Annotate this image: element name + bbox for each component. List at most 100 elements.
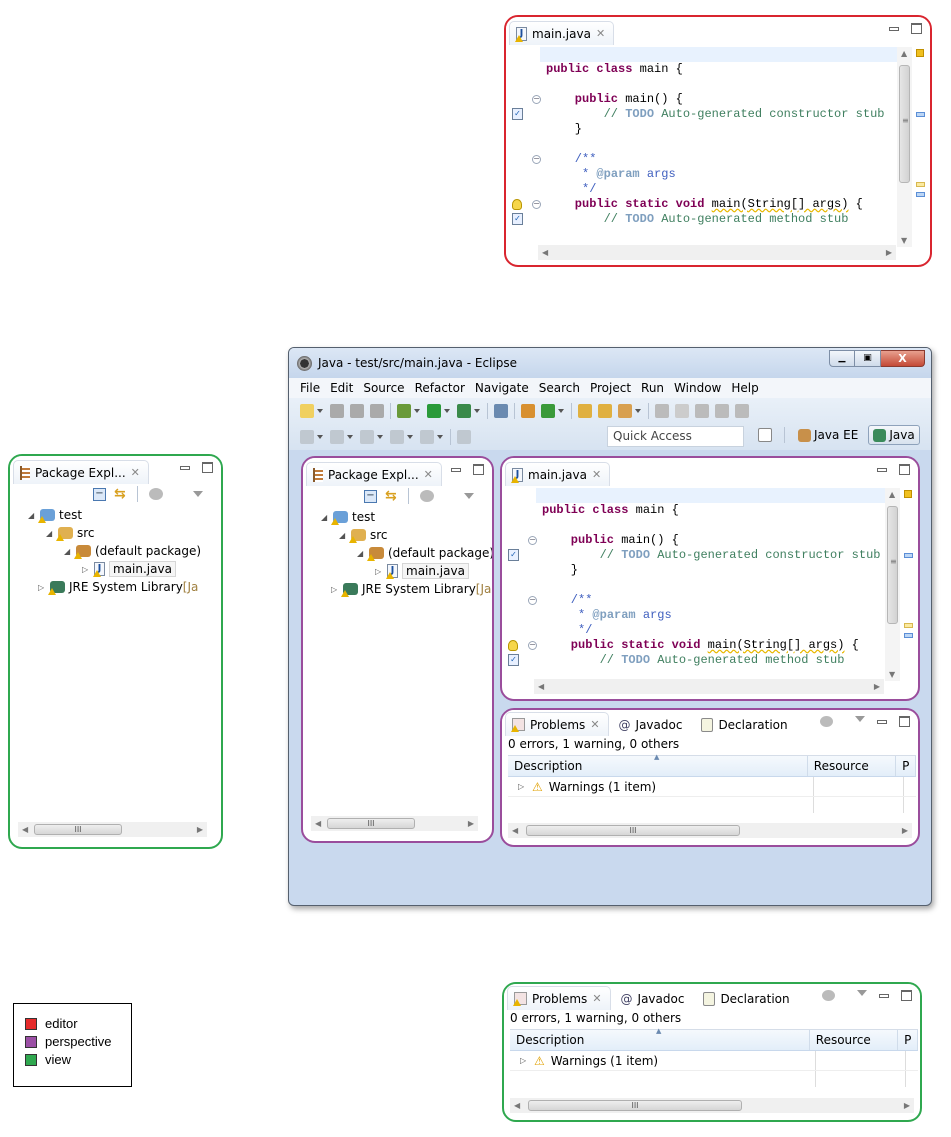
expanded-arrow-icon[interactable]: ◢ — [339, 531, 347, 540]
toolbar-button[interactable] — [715, 404, 729, 418]
column-header[interactable]: Resource — [808, 756, 897, 776]
filters-icon[interactable] — [820, 716, 833, 727]
overview-marker[interactable] — [904, 553, 913, 558]
toolbar-button[interactable] — [427, 404, 441, 418]
horizontal-scrollbar[interactable]: ◀ ▶ — [538, 245, 896, 260]
dropdown-arrow-icon[interactable] — [444, 409, 450, 413]
overview-marker[interactable] — [916, 192, 925, 197]
toolbar-button[interactable] — [350, 404, 364, 418]
toolbar-button[interactable] — [578, 404, 592, 418]
tree-item[interactable]: ▷ J main.java — [82, 560, 176, 578]
tree-item[interactable]: ◢ test — [28, 506, 82, 524]
expanded-arrow-icon[interactable]: ◢ — [64, 547, 72, 556]
toolbar-button[interactable] — [370, 404, 384, 418]
filters-icon[interactable] — [419, 490, 434, 502]
dropdown-arrow-icon[interactable] — [317, 435, 323, 439]
scroll-thumb[interactable]: III — [528, 1100, 742, 1111]
open-perspective-icon[interactable] — [758, 428, 772, 442]
toolbar-button[interactable] — [618, 404, 632, 418]
quick-fix-warning-icon[interactable] — [508, 640, 518, 651]
toolbar-button[interactable] — [494, 404, 508, 418]
fold-collapse-icon[interactable]: − — [528, 596, 537, 605]
collapse-all-icon[interactable]: − — [93, 487, 106, 501]
minimize-icon[interactable] — [889, 26, 899, 31]
tab-declaration[interactable]: Declaration — [696, 986, 798, 1010]
quick-access-input[interactable]: Quick Access — [607, 426, 744, 447]
tree-item[interactable]: ▷ JRE System Library [Ja — [38, 578, 198, 596]
close-tab-icon[interactable]: ✕ — [592, 992, 601, 1005]
toolbar-button[interactable] — [330, 404, 344, 418]
tree-item[interactable]: ◢ src — [339, 526, 388, 544]
dropdown-arrow-icon[interactable] — [407, 435, 413, 439]
collapsed-arrow-icon[interactable]: ▷ — [38, 583, 46, 592]
fold-collapse-icon[interactable]: − — [528, 536, 537, 545]
scroll-thumb[interactable]: ≡ — [899, 65, 910, 183]
quick-fix-warning-icon[interactable] — [512, 199, 522, 210]
navigation-button[interactable] — [360, 430, 374, 444]
tree-item[interactable]: ◢ test — [321, 508, 375, 526]
toolbar-button[interactable] — [655, 404, 669, 418]
collapsed-arrow-icon[interactable]: ▷ — [331, 585, 339, 594]
view-menu-icon[interactable] — [857, 989, 867, 996]
toolbar-button[interactable] — [735, 404, 749, 418]
scroll-thumb[interactable]: III — [526, 825, 740, 836]
tree-item[interactable]: ◢ (default package) — [357, 544, 492, 562]
column-header[interactable]: P — [896, 756, 916, 776]
tab-problems[interactable]: Problems ✕ — [507, 986, 611, 1010]
scroll-thumb[interactable]: III — [327, 818, 415, 829]
dropdown-arrow-icon[interactable] — [474, 409, 480, 413]
close-tab-icon[interactable]: ✕ — [592, 468, 601, 481]
overview-marker[interactable] — [904, 623, 913, 628]
link-with-editor-icon[interactable]: ⇆ — [385, 488, 397, 504]
view-menu-icon[interactable] — [855, 715, 865, 722]
overview-warning-marker[interactable] — [916, 49, 924, 57]
navigation-button[interactable] — [457, 430, 471, 444]
tree-item[interactable]: ◢ src — [46, 524, 95, 542]
perspective-java[interactable]: Java — [868, 425, 920, 445]
minimize-icon[interactable] — [877, 719, 887, 724]
restore-button[interactable]: ▣ — [855, 350, 881, 367]
menu-refactor[interactable]: Refactor — [410, 381, 470, 395]
maximize-icon[interactable] — [473, 464, 484, 475]
tab-package-explorer[interactable]: Package Expl... ✕ — [13, 460, 149, 484]
dropdown-arrow-icon[interactable] — [347, 435, 353, 439]
expanded-arrow-icon[interactable]: ◢ — [357, 549, 365, 558]
fold-collapse-icon[interactable]: − — [532, 200, 541, 209]
dropdown-arrow-icon[interactable] — [437, 435, 443, 439]
scroll-thumb[interactable]: ≡ — [887, 506, 898, 624]
editor-tab-main-java[interactable]: Jmain.java ✕ — [509, 21, 615, 45]
fold-collapse-icon[interactable]: − — [532, 155, 541, 164]
tree-item[interactable]: ▷ JRE System Library [Ja — [331, 580, 491, 598]
column-header[interactable]: Resource — [810, 1030, 899, 1050]
minimize-icon[interactable] — [180, 465, 190, 470]
toolbar-button[interactable] — [675, 404, 689, 418]
editor-tab-main-java[interactable]: Jmain.java ✕ — [505, 462, 611, 486]
tab-declaration[interactable]: Declaration — [694, 712, 796, 736]
toolbar-button[interactable] — [457, 404, 471, 418]
maximize-icon[interactable] — [901, 990, 912, 1001]
fold-collapse-icon[interactable]: − — [528, 641, 537, 650]
tab-problems[interactable]: Problems ✕ — [505, 712, 609, 736]
menu-source[interactable]: Source — [358, 381, 409, 395]
menu-search[interactable]: Search — [534, 381, 585, 395]
menu-file[interactable]: File — [295, 381, 325, 395]
navigation-button[interactable] — [390, 430, 404, 444]
maximize-icon[interactable] — [899, 716, 910, 727]
menu-help[interactable]: Help — [726, 381, 763, 395]
horizontal-scrollbar[interactable]: ◀ III ▶ — [510, 1098, 914, 1113]
dropdown-arrow-icon[interactable] — [317, 409, 323, 413]
expanded-arrow-icon[interactable]: ◢ — [46, 529, 54, 538]
menu-window[interactable]: Window — [669, 381, 726, 395]
overview-marker[interactable] — [916, 112, 925, 117]
menu-project[interactable]: Project — [585, 381, 636, 395]
overview-marker[interactable] — [904, 633, 913, 638]
link-with-editor-icon[interactable]: ⇆ — [114, 486, 126, 502]
menu-navigate[interactable]: Navigate — [470, 381, 534, 395]
toolbar-button[interactable] — [300, 404, 314, 418]
view-menu-icon[interactable] — [192, 491, 203, 497]
maximize-icon[interactable] — [202, 462, 213, 473]
collapse-all-icon[interactable]: − — [364, 489, 377, 503]
toolbar-button[interactable] — [541, 404, 555, 418]
expanded-arrow-icon[interactable]: ◢ — [321, 513, 329, 522]
overview-marker[interactable] — [916, 182, 925, 187]
